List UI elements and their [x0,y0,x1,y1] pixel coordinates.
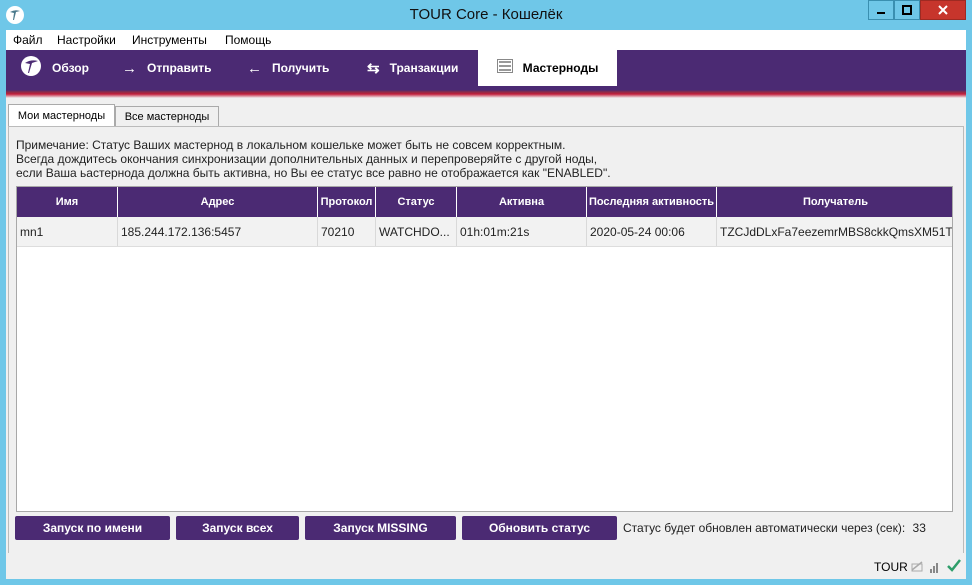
toolbar-receive-label: Получить [272,61,330,75]
autoupdate-label: Статус будет обновлен автоматически чере… [623,521,906,535]
toolbar-masternodes-label: Мастерноды [522,61,599,75]
autoupdate-seconds: 33 [912,521,926,535]
logo-icon [20,55,42,81]
toolbar-accent-stripe [6,86,966,98]
tab-all-masternodes[interactable]: Все мастерноды [115,106,219,126]
cell-name: mn1 [17,217,118,246]
close-button[interactable] [920,0,966,20]
column-status[interactable]: Статус [376,187,457,217]
column-address[interactable]: Адрес [118,187,318,217]
start-all-button[interactable]: Запуск всех [176,516,299,540]
cell-last-seen: 2020-05-24 00:06 [587,217,717,246]
toolbar-overview-label: Обзор [52,61,89,75]
client-area: Файл Настройки Инструменты Помощь Обзор … [6,30,966,579]
toolbar-send-label: Отправить [147,61,212,75]
start-alias-button[interactable]: Запуск по имени [15,516,170,540]
autoupdate-countdown: Статус будет обновлен автоматически чере… [623,521,926,535]
window-title: TOUR Core - Кошелёк [409,6,563,23]
column-payee[interactable]: Получатель [717,187,952,217]
menu-bar: Файл Настройки Инструменты Помощь [6,30,966,50]
arrow-left-icon: ← [247,59,262,77]
status-bar: TOUR [6,553,966,579]
table-header: Имя Адрес Протокол Статус Активна Послед… [17,187,952,217]
status-note: Примечание: Статус Ваших мастернод в лок… [16,138,611,180]
menu-tools[interactable]: Инструменты [132,33,207,47]
column-name[interactable]: Имя [17,187,118,217]
toolbar-transactions-label: Транзакции [389,61,459,75]
cell-status: WATCHDO... [376,217,457,246]
toolbar-send[interactable]: → Отправить [122,50,232,86]
tab-my-masternodes[interactable]: Мои мастерноды [8,104,115,126]
network-icon [930,562,938,576]
start-missing-button[interactable]: Запуск MISSING [305,516,456,540]
table-row[interactable]: mn1 185.244.172.136:5457 70210 WATCHDO..… [17,217,953,247]
arrow-right-icon: → [122,59,137,77]
note-line-3: если Ваша ьастернода должна быть активна… [16,166,611,180]
column-last-seen[interactable]: Последняя активность [587,187,717,217]
menu-settings[interactable]: Настройки [57,33,116,47]
note-line-2: Всегда дождитесь окончания синхронизации… [16,152,598,166]
cell-active: 01h:01m:21s [457,217,587,246]
main-toolbar: Обзор → Отправить ← Получить ⇆ Транзакци… [6,50,966,86]
my-masternodes-panel: Примечание: Статус Ваших мастернод в лок… [8,126,964,577]
maximize-button[interactable] [894,0,920,20]
toolbar-masternodes[interactable]: Мастерноды [478,50,617,86]
synced-check-icon [946,557,962,576]
transactions-icon: ⇆ [367,60,380,77]
cell-protocol: 70210 [318,217,376,246]
masternodes-icon [496,59,513,77]
menu-file[interactable]: Файл [13,33,43,47]
toolbar-overview[interactable]: Обзор [20,50,110,86]
column-active[interactable]: Активна [457,187,587,217]
wallet-window: TOUR Core - Кошелёк Файл Настройки Инстр… [0,0,972,585]
cell-address: 185.244.172.136:5457 [118,217,318,246]
minimize-button[interactable] [868,0,894,20]
menu-help[interactable]: Помощь [225,33,271,47]
update-status-button[interactable]: Обновить статус [462,516,617,540]
title-bar: TOUR Core - Кошелёк [0,0,972,30]
masternode-table: Имя Адрес Протокол Статус Активна Послед… [16,186,953,512]
lock-icon [910,560,924,575]
toolbar-transactions[interactable]: ⇆ Транзакции [367,50,482,86]
cell-payee: TZCJdDLxFa7eezemrMBS8ckkQmsXM51T... [720,224,953,239]
note-line-1: Примечание: Статус Ваших мастернод в лок… [16,138,566,152]
column-protocol[interactable]: Протокол [318,187,376,217]
unit-selector[interactable]: TOUR [874,560,908,574]
toolbar-receive[interactable]: ← Получить [247,50,357,86]
